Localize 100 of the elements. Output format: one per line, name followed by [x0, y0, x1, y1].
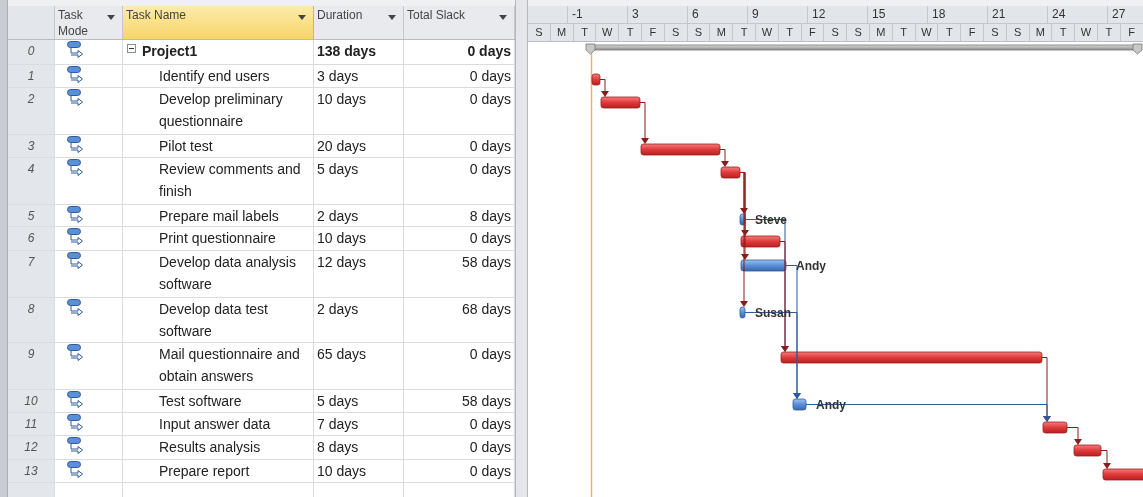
dropdown-icon[interactable] [298, 15, 306, 20]
dropdown-icon[interactable] [388, 15, 396, 20]
row-number: 5 [27, 209, 35, 223]
task-mode-icon [67, 206, 86, 224]
row-number: 8 [27, 302, 35, 316]
task-mode-icon [67, 89, 86, 107]
total-slack: 8 days [469, 208, 511, 224]
task-mode-icon [67, 252, 86, 270]
day-label: S [831, 26, 839, 38]
day-label: T [626, 26, 634, 38]
duration: 2 days [317, 208, 359, 224]
task-mode-icon [67, 228, 86, 246]
dependency-arrow [719, 149, 729, 167]
task-name: Mail questionnaire and obtain answers [159, 345, 301, 386]
task-name: Develop preliminary questionnaire [159, 90, 284, 131]
row-number: 9 [27, 347, 35, 361]
total-slack: 0 days [467, 43, 511, 59]
task-name: Develop data analysis software [159, 253, 297, 294]
row-number: 10 [24, 394, 38, 408]
day-label: T [1105, 26, 1113, 38]
task-name: Pilot test [159, 137, 213, 156]
duration: 20 days [317, 138, 367, 154]
row-number: 13 [24, 464, 38, 478]
total-slack: 0 days [469, 138, 511, 154]
day-label: M [1035, 26, 1045, 38]
day-label: S [535, 26, 543, 38]
day-label: T [740, 26, 748, 38]
task-mode-icon [67, 136, 86, 154]
column-header[interactable]: Task Name [123, 6, 314, 39]
row-number: 4 [27, 162, 35, 176]
day-label: W [921, 26, 932, 38]
dependency-arrow [639, 102, 649, 144]
total-slack: 0 days [469, 463, 511, 479]
task-name: Identify end users [159, 67, 270, 86]
task-bar[interactable] [600, 96, 641, 109]
total-slack: 0 days [469, 230, 511, 246]
resource-label: Andy [796, 259, 826, 273]
column-header[interactable]: Task Mode [55, 6, 123, 39]
task-name: Results analysis [159, 438, 261, 457]
task-mode-icon [67, 344, 86, 362]
task-name: Prepare report [159, 462, 250, 481]
duration: 2 days [317, 301, 359, 317]
timescale-label: 6 [692, 7, 699, 21]
task-bar[interactable] [740, 235, 781, 248]
duration: 65 days [317, 346, 367, 362]
timescale-label: 15 [872, 7, 886, 21]
day-label: S [1013, 26, 1022, 38]
row-number: 12 [24, 440, 38, 454]
total-slack: 0 days [469, 439, 511, 455]
day-label: T [786, 26, 794, 38]
column-header[interactable]: Total Slack [404, 6, 515, 39]
duration: 10 days [317, 91, 367, 107]
duration: 138 days [317, 43, 377, 59]
task-bar[interactable] [740, 259, 787, 272]
dropdown-icon[interactable] [499, 15, 507, 20]
timescale-label: 9 [752, 7, 759, 21]
total-slack: 0 days [469, 68, 511, 84]
task-bar[interactable] [1073, 444, 1102, 457]
duration: 10 days [317, 463, 367, 479]
total-slack: 0 days [469, 161, 511, 177]
task-mode-icon [67, 391, 86, 409]
row-number: 11 [24, 417, 38, 431]
task-mode-icon [67, 414, 86, 432]
total-slack: 0 days [469, 416, 511, 432]
timescale-label: 18 [932, 7, 946, 21]
timescale-label: 24 [1052, 7, 1066, 21]
day-label: S [672, 26, 680, 38]
total-slack: 58 days [461, 393, 511, 409]
day-label: S [694, 26, 703, 38]
task-name: Review comments and finish [159, 160, 302, 201]
day-label: T [1059, 26, 1067, 38]
timescale-label: -1 [572, 7, 583, 21]
task-name: Test software [159, 392, 242, 411]
task-bar[interactable] [591, 73, 601, 86]
day-label: F [1128, 26, 1135, 38]
task-bar[interactable] [739, 213, 746, 226]
duration: 3 days [317, 68, 359, 84]
task-mode-icon [67, 437, 86, 455]
task-mode-icon [67, 66, 86, 84]
collapse-icon[interactable] [127, 44, 136, 53]
task-bar[interactable] [792, 398, 807, 411]
duration: 8 days [317, 439, 359, 455]
day-label: F [809, 26, 816, 38]
day-label: S [991, 26, 999, 38]
day-label: F [968, 26, 976, 38]
dropdown-icon[interactable] [107, 15, 115, 20]
task-name: Input answer data [159, 415, 271, 434]
dependency-arrow [1100, 450, 1111, 469]
day-label: W [602, 26, 613, 38]
row-number: 6 [27, 231, 35, 245]
day-label: M [716, 26, 726, 38]
task-bar[interactable] [720, 166, 741, 179]
task-bar[interactable] [1042, 421, 1068, 434]
row-number: 0 [27, 44, 35, 58]
project-name: Project1 [142, 42, 198, 61]
task-bar[interactable] [739, 306, 746, 319]
duration: 5 days [317, 161, 359, 177]
dependency-arrow [599, 79, 609, 97]
row-number: 3 [27, 139, 35, 153]
duration: 7 days [317, 416, 359, 432]
